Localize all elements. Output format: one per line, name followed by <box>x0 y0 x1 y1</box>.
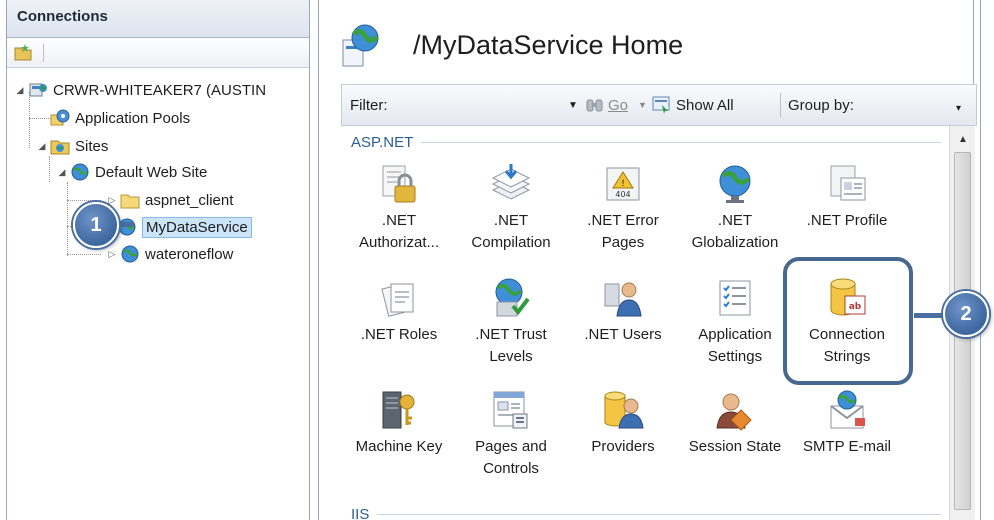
svg-text:404: 404 <box>615 190 630 199</box>
callout-badge-2: 2 <box>943 291 989 337</box>
collapse-arrow-icon[interactable]: ◢ <box>37 141 47 152</box>
feature-net-error-pages[interactable]: ! 404 .NET Error Pages <box>567 162 679 254</box>
connections-title: Connections <box>17 8 108 25</box>
connections-tree: ◢ CRWR-WHITEAKER7 (AUSTIN Application Po… <box>7 70 307 520</box>
globe-icon <box>719 165 751 203</box>
binoculars-icon[interactable] <box>586 97 604 113</box>
roles-icon <box>381 283 414 317</box>
scroll-up-arrow-icon[interactable]: ▲ <box>958 134 968 145</box>
session-state-icon <box>716 393 752 431</box>
settings-list-icon <box>719 280 751 316</box>
feature-net-globalization[interactable]: .NET Globalization <box>679 162 791 254</box>
group-by-dropdown[interactable]: Group by: <box>788 97 854 114</box>
tree-node-aspnet-client[interactable]: ▷ aspnet_client <box>107 188 233 212</box>
filter-bar: Filter: ▼ Go ▼ Show All Group by: ▾ <box>341 84 977 126</box>
feature-net-trust-levels[interactable]: .NET Trust Levels <box>455 276 567 368</box>
collapse-arrow-icon[interactable]: ◢ <box>57 167 67 178</box>
filter-separator <box>780 93 781 117</box>
folder-icon <box>120 194 140 209</box>
web-application-globe-icon <box>121 245 139 263</box>
feature-application-settings[interactable]: Application Settings <box>679 276 791 368</box>
smtp-mail-icon <box>830 390 865 429</box>
feature-providers[interactable]: Providers <box>567 388 679 458</box>
compilation-stack-icon <box>491 164 531 200</box>
tree-connector <box>67 200 101 201</box>
machine-key-icon <box>382 391 415 429</box>
home-globe-page-icon <box>342 24 379 67</box>
tree-label-app-pools: Application Pools <box>75 109 191 127</box>
show-all-button[interactable]: Show All <box>676 97 734 114</box>
connections-pane: Connections ◢ CRWR-WHITEAKER7 (AUSTIN Ap… <box>6 0 310 520</box>
tree-node-mydataservice[interactable]: MyDataService <box>117 215 252 239</box>
feature-net-users[interactable]: .NET Users <box>567 276 679 346</box>
server-icon <box>29 83 47 97</box>
group-heading-iis: IIS <box>351 506 941 520</box>
tree-connector <box>67 254 101 255</box>
page-title: /MyDataService Home <box>413 30 684 60</box>
feature-net-profile[interactable]: .NET Profile <box>791 162 903 232</box>
tree-node-app-pools[interactable]: Application Pools <box>37 106 190 130</box>
feature-smtp-email[interactable]: SMTP E-mail <box>791 388 903 458</box>
toolbar-overflow-icon[interactable]: ▾ <box>956 103 961 114</box>
expand-arrow-icon[interactable]: ▷ <box>107 249 117 260</box>
expand-arrow-icon[interactable]: ▷ <box>107 195 117 206</box>
actions-pane-edge <box>980 0 994 520</box>
tree-connector <box>49 156 50 182</box>
feature-net-roles[interactable]: .NET Roles <box>343 276 455 346</box>
sites-folder-icon <box>50 140 70 155</box>
group-label-iis: IIS <box>351 506 370 520</box>
tree-node-default-web-site[interactable]: ◢ Default Web Site <box>57 160 207 184</box>
group-label-aspnet: ASP.NET <box>351 134 414 151</box>
pages-controls-icon <box>493 391 528 429</box>
users-icon <box>604 282 642 317</box>
show-all-icon[interactable] <box>652 96 672 114</box>
tree-node-wateroneflow[interactable]: ▷ wateroneflow <box>107 242 233 266</box>
tree-label-mydataservice: MyDataService <box>142 216 252 238</box>
tree-label-wateroneflow: wateroneflow <box>145 245 234 263</box>
group-heading-aspnet: ASP.NET <box>351 134 941 151</box>
profile-icon <box>830 165 866 201</box>
callout-badge-1: 1 <box>73 202 119 248</box>
authorization-lock-icon <box>382 165 416 203</box>
error-page-404-icon: ! 404 <box>606 167 640 201</box>
feature-net-compilation[interactable]: .NET Compilation <box>455 162 567 254</box>
collapse-arrow-icon[interactable]: ◢ <box>15 85 25 96</box>
toolbar-separator <box>43 44 44 62</box>
callout-2-connector <box>914 313 944 318</box>
create-connection-icon[interactable] <box>13 43 33 61</box>
go-button[interactable]: Go <box>608 97 628 114</box>
callout-1-connector <box>118 222 134 227</box>
connections-header: Connections <box>7 0 309 38</box>
tree-node-server[interactable]: ◢ CRWR-WHITEAKER7 (AUSTIN <box>15 78 267 102</box>
filter-label: Filter: <box>350 97 388 114</box>
tree-label-server: CRWR-WHITEAKER7 (AUSTIN <box>53 81 267 99</box>
feature-session-state[interactable]: Session State <box>679 388 791 458</box>
go-dropdown-arrow-icon[interactable]: ▼ <box>638 100 647 110</box>
tree-label-sites: Sites <box>75 137 109 155</box>
svg-text:!: ! <box>621 179 625 189</box>
connection-strings-highlight <box>783 257 913 385</box>
website-globe-icon <box>71 163 89 181</box>
tree-connector <box>67 182 68 256</box>
tree-label-aspnet-client: aspnet_client <box>145 191 234 209</box>
trust-globe-check-icon <box>495 278 530 317</box>
filter-dropdown-arrow-icon[interactable]: ▼ <box>568 100 578 111</box>
tree-node-sites[interactable]: ◢ Sites <box>37 134 108 158</box>
web-application-globe-icon <box>118 218 136 236</box>
feature-machine-key[interactable]: Machine Key <box>343 388 455 458</box>
tree-label-default-web-site: Default Web Site <box>95 163 208 181</box>
providers-icon <box>604 391 644 429</box>
application-pools-icon <box>50 109 70 126</box>
feature-pages-and-controls[interactable]: Pages and Controls <box>455 388 567 480</box>
home-header: /MyDataService Home <box>319 0 973 78</box>
connections-toolbar <box>7 38 309 68</box>
feature-net-authorization[interactable]: .NET Authorizat... <box>343 162 455 254</box>
